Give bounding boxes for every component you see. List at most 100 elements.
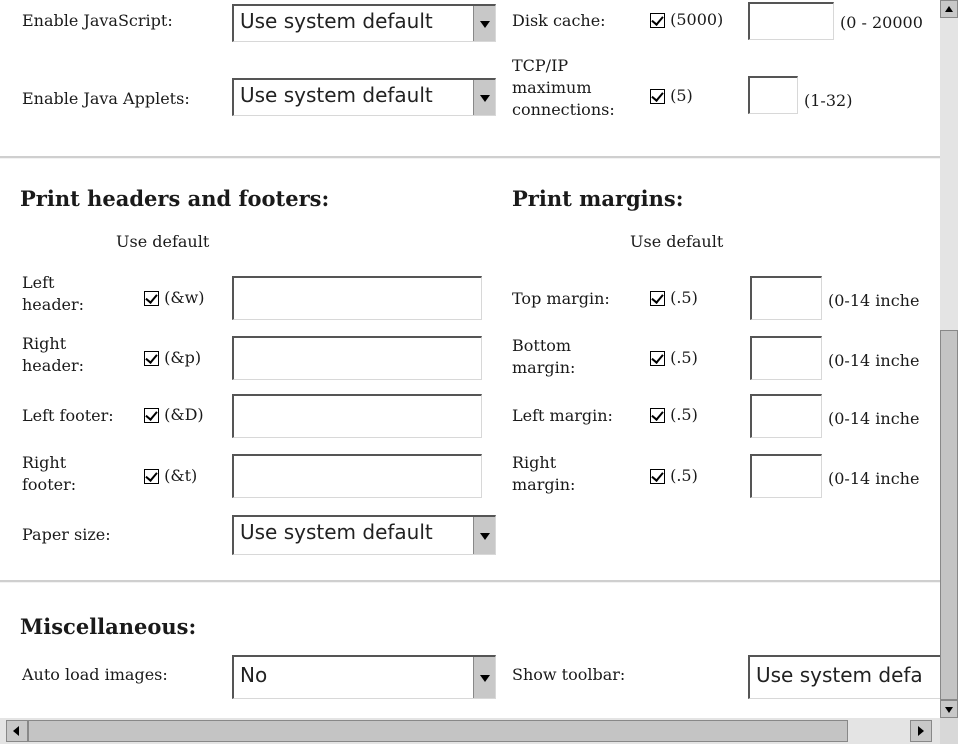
tcpip-label: TCP/IP maximum connections:: [512, 55, 632, 121]
arrow-down-icon[interactable]: [940, 700, 958, 718]
left-header-label-line2: header:: [22, 295, 85, 314]
tcpip-input[interactable]: [748, 76, 798, 114]
left-margin-default-value: (.5): [670, 405, 698, 424]
right-margin-label-line2: margin:: [512, 475, 576, 494]
right-header-label-line1: Right: [22, 334, 67, 353]
enable-java-applets-label: Enable Java Applets:: [22, 89, 190, 108]
show-toolbar-label: Show toolbar:: [512, 665, 626, 684]
tcpip-range: (1-32): [804, 91, 853, 110]
vertical-scrollbar[interactable]: [940, 0, 958, 718]
enable-javascript-label: Enable JavaScript:: [22, 11, 173, 30]
print-headers-heading: Print headers and footers:: [20, 186, 330, 211]
right-margin-label-line1: Right: [512, 453, 557, 472]
show-toolbar-value: Use system defa: [756, 663, 923, 687]
auto-load-images-label: Auto load images:: [22, 665, 168, 684]
auto-load-images-select[interactable]: No: [232, 655, 496, 699]
tcpip-default-value: (5): [670, 86, 693, 105]
left-margin-label: Left margin:: [512, 405, 613, 427]
chevron-down-icon[interactable]: [473, 517, 495, 554]
print-margins-heading: Print margins:: [512, 186, 684, 211]
checked-checkbox-icon[interactable]: [650, 89, 665, 104]
disk-cache-label: Disk cache:: [512, 11, 606, 30]
chevron-down-icon[interactable]: [473, 80, 495, 115]
tcpip-label-line1: TCP/IP: [512, 56, 569, 75]
print-margins-use-default: Use default: [630, 232, 724, 251]
right-footer-label-line2: footer:: [22, 475, 77, 494]
enable-java-applets-select[interactable]: Use system default: [232, 78, 496, 116]
left-footer-label: Left footer:: [22, 405, 114, 427]
chevron-down-icon[interactable]: [473, 6, 495, 41]
print-headers-use-default: Use default: [116, 232, 210, 251]
left-footer-label-line1: Left footer:: [22, 406, 114, 425]
right-header-label: Right header:: [22, 333, 84, 377]
right-footer-default: (&t): [144, 466, 197, 485]
paper-size-select[interactable]: Use system default: [232, 515, 496, 555]
checked-checkbox-icon[interactable]: [650, 351, 665, 366]
checked-checkbox-icon[interactable]: [144, 408, 159, 423]
divider: [0, 580, 940, 583]
left-margin-default: (.5): [650, 405, 698, 424]
arrow-up-icon[interactable]: [940, 0, 958, 18]
left-footer-input[interactable]: [232, 394, 482, 438]
checked-checkbox-icon[interactable]: [650, 13, 665, 28]
bottom-margin-default: (.5): [650, 348, 698, 367]
left-margin-range: (0-14 inche: [828, 409, 920, 428]
enable-javascript-value: Use system default: [240, 9, 433, 33]
bottom-margin-range: (0-14 inche: [828, 351, 920, 370]
misc-heading: Miscellaneous:: [20, 614, 197, 639]
left-footer-default: (&D): [144, 405, 204, 424]
right-header-default: (&p): [144, 348, 201, 367]
bottom-margin-input[interactable]: [750, 336, 822, 380]
right-margin-default: (.5): [650, 466, 698, 485]
left-margin-input[interactable]: [750, 394, 822, 438]
tcpip-default: (5): [650, 86, 693, 105]
bottom-margin-label-line2: margin:: [512, 358, 576, 377]
right-header-default-value: (&p): [164, 348, 202, 367]
top-margin-input[interactable]: [750, 276, 822, 320]
top-margin-default-value: (.5): [670, 288, 698, 307]
paper-size-label: Paper size:: [22, 525, 111, 544]
checked-checkbox-icon[interactable]: [144, 291, 159, 306]
disk-cache-default: (5000): [650, 10, 723, 29]
settings-page: Enable JavaScript: Use system default En…: [0, 0, 940, 718]
enable-java-applets-value: Use system default: [240, 83, 433, 107]
right-margin-input[interactable]: [750, 454, 822, 498]
right-footer-input[interactable]: [232, 454, 482, 498]
checked-checkbox-icon[interactable]: [144, 351, 159, 366]
left-header-default-value: (&w): [164, 288, 205, 307]
checked-checkbox-icon[interactable]: [650, 408, 665, 423]
left-footer-default-value: (&D): [164, 405, 204, 424]
vertical-scroll-thumb[interactable]: [940, 330, 958, 700]
show-toolbar-select[interactable]: Use system defa: [748, 655, 940, 699]
disk-cache-range: (0 - 20000: [840, 13, 923, 32]
tcpip-label-line3: connections:: [512, 100, 615, 119]
top-margin-label: Top margin:: [512, 288, 610, 310]
left-margin-label-line1: Left margin:: [512, 406, 613, 425]
bottom-margin-label-line1: Bottom: [512, 336, 572, 355]
paper-size-value: Use system default: [240, 520, 433, 544]
disk-cache-default-value: (5000): [670, 10, 724, 29]
left-header-label: Left header:: [22, 272, 84, 316]
horizontal-scrollbar[interactable]: [0, 718, 940, 744]
checked-checkbox-icon[interactable]: [144, 469, 159, 484]
bottom-margin-label: Bottom margin:: [512, 335, 575, 379]
enable-javascript-select[interactable]: Use system default: [232, 4, 496, 42]
left-header-input[interactable]: [232, 276, 482, 320]
right-footer-label-line1: Right: [22, 453, 67, 472]
arrow-left-icon[interactable]: [6, 720, 28, 742]
scrollbar-corner: [940, 718, 958, 744]
checked-checkbox-icon[interactable]: [650, 469, 665, 484]
horizontal-scroll-thumb[interactable]: [28, 720, 848, 742]
right-footer-label: Right footer:: [22, 452, 76, 496]
bottom-margin-default-value: (.5): [670, 348, 698, 367]
top-margin-default: (.5): [650, 288, 698, 307]
disk-cache-input[interactable]: [748, 2, 834, 40]
right-header-input[interactable]: [232, 336, 482, 380]
auto-load-images-value: No: [240, 663, 268, 687]
checked-checkbox-icon[interactable]: [650, 291, 665, 306]
right-margin-range: (0-14 inche: [828, 469, 920, 488]
left-header-default: (&w): [144, 288, 205, 307]
top-margin-label-line1: Top margin:: [512, 289, 610, 308]
chevron-down-icon[interactable]: [473, 657, 495, 698]
arrow-right-icon[interactable]: [910, 720, 932, 742]
